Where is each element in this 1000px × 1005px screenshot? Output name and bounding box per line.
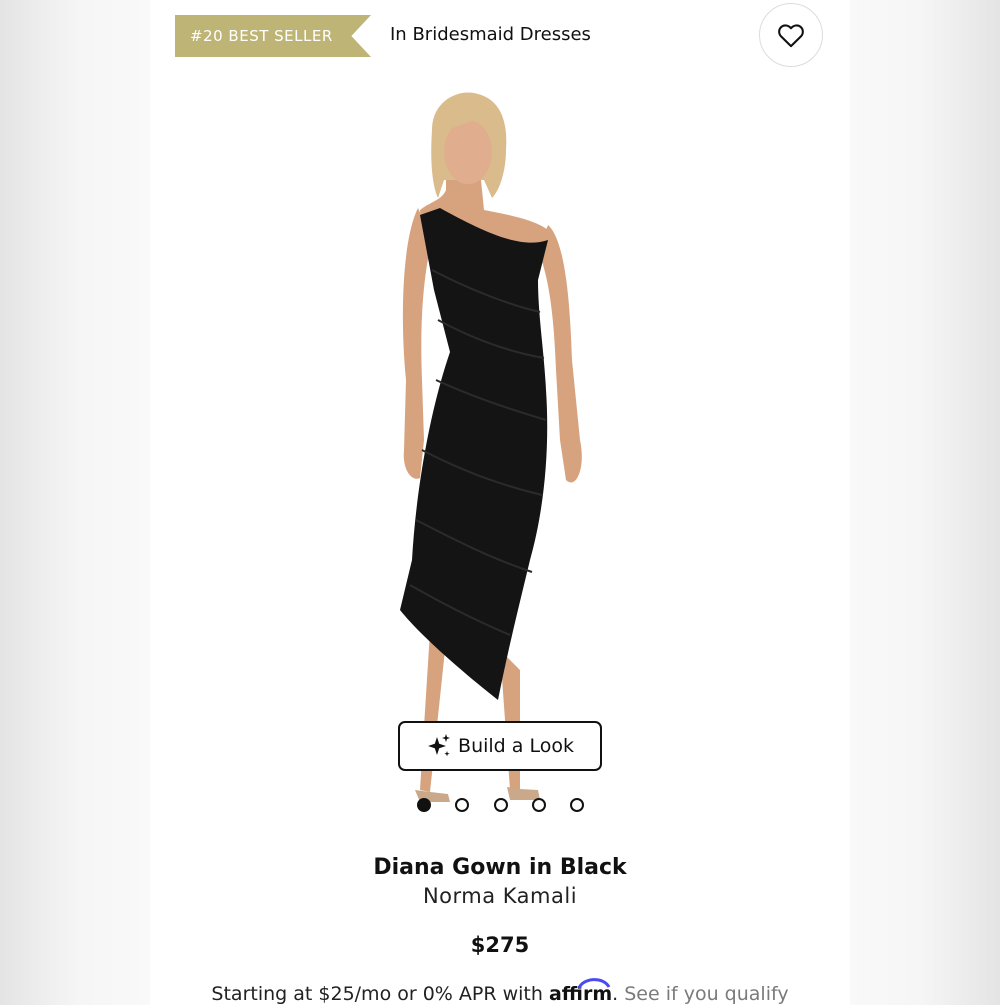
product-price: $275 [470,933,530,957]
carousel-dot-1[interactable] [417,798,431,812]
financing-info: Starting at $25/mo or 0% APR with affirm… [150,978,850,1005]
carousel-dot-3[interactable] [494,798,508,812]
heart-icon [778,24,804,48]
product-title: Diana Gown in Black [373,855,627,880]
carousel-dot-4[interactable] [532,798,546,812]
sparkle-icon [428,734,451,757]
affirm-logo: affirm [549,978,612,1005]
build-a-look-button[interactable]: Build a Look [398,721,602,771]
carousel-dots [417,798,587,812]
wishlist-button[interactable] [759,3,823,67]
affirm-arc-icon [577,978,611,989]
financing-prefix: Starting at $25/mo or 0% APR with [211,983,543,1005]
product-brand[interactable]: Norma Kamali [150,884,850,908]
carousel-dot-2[interactable] [455,798,469,812]
category-link[interactable]: In Bridesmaid Dresses [390,24,591,45]
best-seller-badge-text: #20 BEST SELLER [190,27,333,45]
see-if-you-qualify-link[interactable]: See if you qualify [624,983,788,1005]
build-a-look-label: Build a Look [458,735,574,757]
carousel-dot-5[interactable] [570,798,584,812]
product-panel: #20 BEST SELLER In Bridesmaid Dresses Bu… [150,0,850,1005]
best-seller-badge: #20 BEST SELLER [175,15,371,57]
product-image[interactable] [360,90,640,820]
